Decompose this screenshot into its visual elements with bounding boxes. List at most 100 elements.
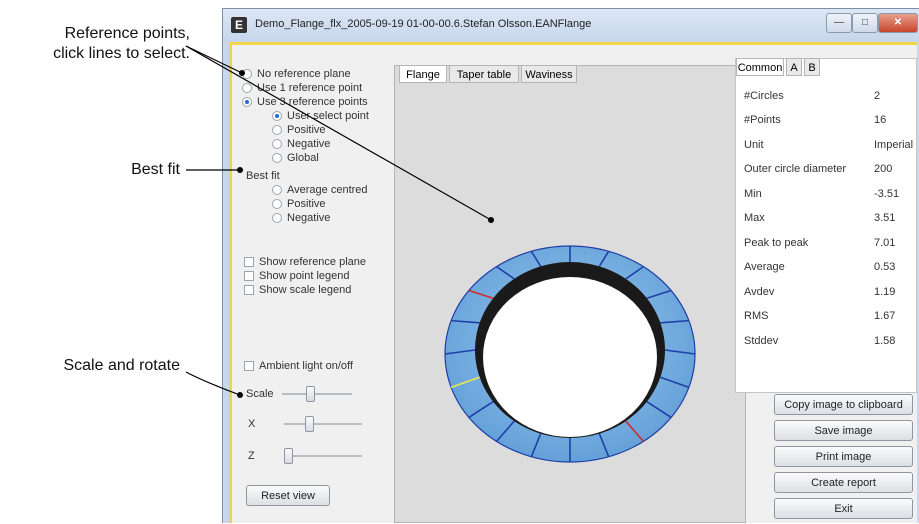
tab-b[interactable]: B xyxy=(804,58,820,76)
flange-ring[interactable] xyxy=(444,245,696,463)
radio-best-fit-positive[interactable]: Positive xyxy=(272,198,326,210)
radio-ref-negative-icon xyxy=(272,139,282,149)
tab-flange[interactable]: Flange xyxy=(399,65,447,83)
tab-common[interactable]: Common xyxy=(736,58,784,76)
checkbox-label: Show reference plane xyxy=(259,256,367,268)
radio-best-fit-negative[interactable]: Negative xyxy=(272,212,330,224)
radio-no-reference-plane[interactable]: No reference plane xyxy=(242,68,351,80)
z-rotation-slider[interactable] xyxy=(284,446,362,466)
scale-label: Scale xyxy=(246,388,274,400)
reset-view-button[interactable]: Reset view xyxy=(246,485,330,506)
stat-value: 1.19 xyxy=(874,286,896,298)
stat-key: Min xyxy=(744,188,762,200)
stat-row: Peak to peak 7.01 xyxy=(736,232,916,256)
checkbox-show-scale-legend[interactable]: Show scale legend xyxy=(244,284,351,296)
tab-a[interactable]: A xyxy=(786,58,802,76)
stat-key: Stddev xyxy=(744,335,779,347)
callout-reference-points: Reference points, click lines to select. xyxy=(0,24,190,64)
checkbox-show-reference-plane[interactable]: Show reference plane xyxy=(244,256,366,268)
radio-ref-positive[interactable]: Positive xyxy=(272,124,326,136)
radio-no-reference-plane-icon xyxy=(242,69,252,79)
stat-value: Imperial xyxy=(874,139,914,151)
checkbox-label: Show point legend xyxy=(259,270,350,282)
stat-row: RMS 1.67 xyxy=(736,305,916,329)
stat-row: Max 3.51 xyxy=(736,207,916,231)
callout-best-fit: Best fit xyxy=(0,160,180,180)
radio-label: User select point xyxy=(287,110,369,122)
stat-value: 7.01 xyxy=(874,237,896,249)
checkbox-icon xyxy=(244,257,254,267)
x-slider-thumb[interactable] xyxy=(304,416,314,432)
checkbox-show-point-legend[interactable]: Show point legend xyxy=(244,270,350,282)
x-slider-track xyxy=(284,423,362,425)
z-slider-thumb[interactable] xyxy=(284,448,293,464)
z-slider-track xyxy=(284,455,362,457)
create-report-button[interactable]: Create report xyxy=(774,472,913,493)
stat-value: 1.58 xyxy=(874,335,896,347)
radio-use-3-reference-points[interactable]: Use 3 reference points xyxy=(242,96,368,108)
stat-value: 1.67 xyxy=(874,310,896,322)
stat-value: 16 xyxy=(874,114,887,126)
radio-label: Use 3 reference points xyxy=(257,96,368,108)
radio-label: Average centred xyxy=(287,184,368,196)
radio-best-fit-negative-icon xyxy=(272,213,282,223)
radio-ref-positive-icon xyxy=(272,125,282,135)
radio-label: Positive xyxy=(287,124,326,136)
stat-value: 200 xyxy=(874,163,893,175)
stat-row: Average 0.53 xyxy=(736,256,916,280)
stats-panel: Common A B #Circles 2 #Points 16 Unit Im… xyxy=(735,58,917,393)
save-image-button[interactable]: Save image xyxy=(774,420,913,441)
flange-3d-view[interactable] xyxy=(395,84,745,524)
radio-ref-negative[interactable]: Negative xyxy=(272,138,330,150)
scale-slider[interactable] xyxy=(282,384,352,404)
tab-taper-table[interactable]: Taper table xyxy=(449,65,519,83)
stat-row: Unit Imperial xyxy=(736,134,916,158)
window-title: Demo_Flange_flx_2005-09-19 01-00-00.6.St… xyxy=(255,18,592,30)
scale-slider-track xyxy=(282,393,352,395)
radio-ref-global[interactable]: Global xyxy=(272,152,319,164)
x-rotation-slider[interactable] xyxy=(284,414,362,434)
view-panel: Flange Taper table Waviness xyxy=(394,65,746,523)
radio-average-centred-icon xyxy=(272,185,282,195)
scale-slider-thumb[interactable] xyxy=(306,386,316,402)
radio-label: Negative xyxy=(287,138,331,150)
callout-scale-rotate-text: Scale and rotate xyxy=(63,357,180,374)
app-window: E Demo_Flange_flx_2005-09-19 01-00-00.6.… xyxy=(222,8,919,523)
exit-button[interactable]: Exit xyxy=(774,498,913,519)
radio-user-select-point[interactable]: User select point xyxy=(272,110,369,122)
title-bar[interactable]: E Demo_Flange_flx_2005-09-19 01-00-00.6.… xyxy=(223,9,919,42)
radio-average-centred[interactable]: Average centred xyxy=(272,184,368,196)
callout-best-fit-text: Best fit xyxy=(131,161,180,178)
radio-use-1-reference-point[interactable]: Use 1 reference point xyxy=(242,82,362,94)
print-image-button[interactable]: Print image xyxy=(774,446,913,467)
stat-key: Max xyxy=(744,212,765,224)
stat-key: Average xyxy=(744,261,785,273)
stat-key: Peak to peak xyxy=(744,237,809,249)
callout-reference-points-line2: click lines to select. xyxy=(53,45,190,62)
stat-key: RMS xyxy=(744,310,769,322)
stat-value: 3.51 xyxy=(874,212,896,224)
stat-key: Avdev xyxy=(744,286,775,298)
radio-label: Use 1 reference point xyxy=(257,82,363,94)
checkbox-icon xyxy=(244,285,254,295)
maximize-button[interactable]: □ xyxy=(852,13,878,33)
minimize-button[interactable]: — xyxy=(826,13,852,33)
copy-image-button[interactable]: Copy image to clipboard xyxy=(774,394,913,415)
callout-scale-rotate: Scale and rotate xyxy=(0,356,180,376)
stat-row: Outer circle diameter 200 xyxy=(736,158,916,182)
stat-value: -3.51 xyxy=(874,188,900,200)
radio-use-1-reference-point-icon xyxy=(242,83,252,93)
close-button[interactable]: ✕ xyxy=(878,13,918,33)
checkbox-icon xyxy=(244,361,254,371)
stat-key: #Circles xyxy=(744,90,784,102)
radio-best-fit-positive-icon xyxy=(272,199,282,209)
tab-waviness[interactable]: Waviness xyxy=(521,65,577,83)
app-logo-icon: E xyxy=(231,17,247,33)
stat-key: #Points xyxy=(744,114,781,126)
radio-user-select-point-icon xyxy=(272,111,282,121)
best-fit-label: Best fit xyxy=(246,170,280,182)
stat-key: Unit xyxy=(744,139,764,151)
stat-key: Outer circle diameter xyxy=(744,163,847,175)
stat-value: 0.53 xyxy=(874,261,896,273)
checkbox-ambient-light[interactable]: Ambient light on/off xyxy=(244,360,353,372)
